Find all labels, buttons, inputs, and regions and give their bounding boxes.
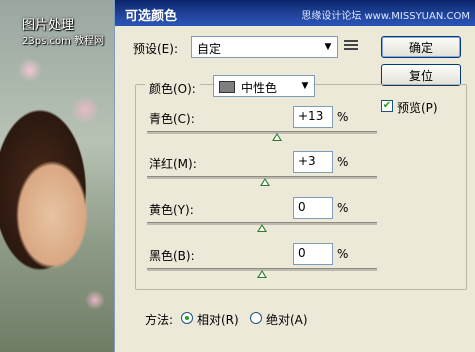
percent-unit: % bbox=[337, 247, 349, 261]
slider-value-input[interactable]: +13 bbox=[293, 106, 333, 128]
colors-label: 颜色(O): bbox=[145, 80, 200, 97]
slider-value-input[interactable]: 0 bbox=[293, 243, 333, 265]
slider-label: 黄色(Y): bbox=[149, 203, 194, 217]
slider-label: 青色(C): bbox=[149, 112, 195, 126]
ok-button[interactable]: 确定 bbox=[381, 36, 461, 58]
absolute-label: 绝对(A) bbox=[266, 313, 308, 327]
title-bar[interactable]: 可选颜色 思缘设计论坛 www.MISSYUAN.COM bbox=[115, 0, 475, 26]
colors-value: 中性色 bbox=[241, 81, 278, 95]
watermark-line1: 图片处理 bbox=[22, 18, 75, 33]
dialog-title: 可选颜色 bbox=[125, 9, 178, 24]
watermark: 图片处理 23ps.com 教程网 bbox=[22, 18, 118, 54]
relative-radio[interactable] bbox=[181, 312, 193, 324]
percent-unit: % bbox=[337, 201, 349, 215]
site-watermark: 思缘设计论坛 www.MISSYUAN.COM bbox=[301, 11, 470, 22]
colors-select[interactable]: 中性色 ▼ bbox=[213, 75, 315, 97]
chevron-down-icon: ▼ bbox=[301, 81, 309, 91]
chevron-down-icon: ▼ bbox=[324, 42, 332, 52]
slider-thumb-icon[interactable] bbox=[271, 133, 282, 141]
preset-label: 预设(E): bbox=[133, 42, 178, 56]
slider-thumb-icon[interactable] bbox=[260, 178, 271, 186]
slider-value-input[interactable]: 0 bbox=[293, 197, 333, 219]
preset-select[interactable]: 自定 ▼ bbox=[191, 36, 338, 58]
reset-button[interactable]: 复位 bbox=[381, 64, 461, 86]
reset-button-label: 复位 bbox=[408, 68, 433, 83]
method-label: 方法: bbox=[145, 313, 174, 327]
gray-swatch-icon bbox=[219, 81, 235, 93]
slider-track[interactable] bbox=[147, 131, 377, 134]
absolute-radio[interactable] bbox=[250, 312, 262, 324]
slider-label: 黑色(B): bbox=[149, 249, 195, 263]
slider-thumb-icon[interactable] bbox=[257, 224, 267, 232]
slider-value: +3 bbox=[298, 154, 316, 168]
slider-value: 0 bbox=[298, 246, 306, 260]
slider-thumb-icon[interactable] bbox=[257, 270, 267, 278]
relative-label: 相对(R) bbox=[197, 313, 239, 327]
percent-unit: % bbox=[337, 155, 349, 169]
ok-button-label: 确定 bbox=[408, 40, 433, 55]
slider-label: 洋红(M): bbox=[149, 157, 197, 171]
preset-value: 自定 bbox=[197, 42, 222, 56]
preset-menu-icon[interactable] bbox=[344, 40, 358, 52]
slider-value: 0 bbox=[298, 200, 306, 214]
slider-value: +13 bbox=[298, 109, 324, 123]
watermark-line2: 23ps.com 教程网 bbox=[22, 36, 105, 47]
percent-unit: % bbox=[337, 110, 349, 124]
slider-value-input[interactable]: +3 bbox=[293, 151, 333, 173]
selective-color-dialog: 可选颜色 思缘设计论坛 www.MISSYUAN.COM 预设(E): 自定 ▼… bbox=[114, 0, 475, 352]
